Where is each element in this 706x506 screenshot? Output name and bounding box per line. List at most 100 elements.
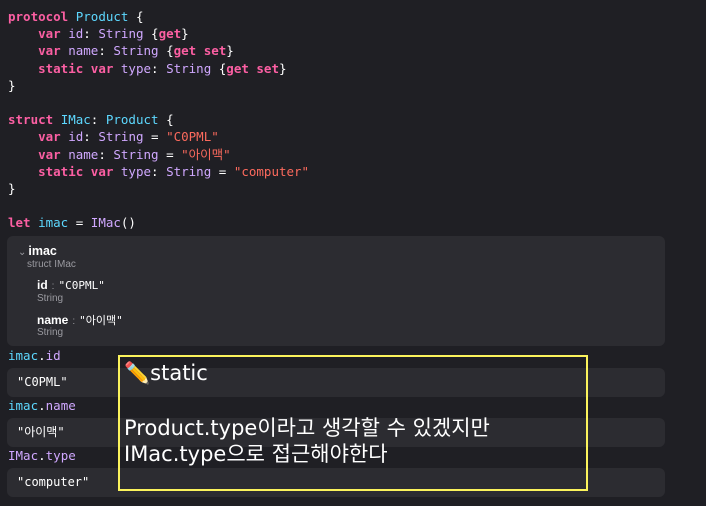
- code-token: =: [211, 163, 234, 179]
- code-token: (): [120, 215, 136, 231]
- inspector-variable-name: imac: [28, 244, 57, 258]
- code-token: static var: [38, 163, 114, 179]
- annotation-heading: ✏️static: [124, 361, 208, 385]
- code-token: protocol: [8, 9, 69, 24]
- code-token: :: [90, 112, 106, 128]
- code-token: var: [38, 146, 61, 162]
- annotation-body: Product.type이라고 생각할 수 있겠지만 IMac.type으로 접…: [124, 415, 490, 467]
- code-token: =: [68, 215, 91, 231]
- code-line: }: [8, 180, 309, 197]
- code-token: String: [98, 26, 144, 42]
- code-token: =: [143, 129, 167, 145]
- code-token: id: [68, 26, 84, 42]
- code-line: protocol Product {: [8, 8, 309, 25]
- code-token: Product: [105, 112, 159, 128]
- code-line: struct IMac: Product {: [8, 111, 309, 128]
- code-token: static var: [38, 60, 114, 76]
- code-token: struct: [8, 112, 54, 128]
- code-token: IMac: [60, 112, 91, 128]
- code-token: }: [278, 60, 287, 76]
- code-token: type: [120, 163, 152, 179]
- code-token: :: [98, 43, 114, 59]
- property-row-name: name: "아이맥": [37, 312, 123, 328]
- code-token: let: [8, 215, 31, 231]
- expression-imac-type: IMac.type: [8, 448, 76, 463]
- code-token: String: [113, 146, 159, 162]
- property-type: String: [37, 293, 64, 304]
- code-token: String: [166, 60, 212, 76]
- code-token: type: [120, 60, 152, 76]
- code-token: var: [38, 43, 61, 59]
- code-token: :: [151, 60, 167, 76]
- chevron-down-icon[interactable]: ⌄: [18, 247, 26, 258]
- code-token: String: [98, 129, 144, 145]
- code-token: }: [181, 26, 189, 42]
- code-editor[interactable]: protocol Product { var id: String {get} …: [8, 8, 309, 231]
- code-token: var: [38, 129, 61, 145]
- code-line: let imac = IMac(): [8, 214, 309, 231]
- expression-imac-name: imac.name: [8, 398, 76, 413]
- code-token: {: [143, 26, 159, 42]
- expression-imac-id: imac.id: [8, 348, 61, 363]
- code-token: String: [113, 43, 159, 59]
- code-line: static var type: String {get set}: [8, 60, 309, 77]
- code-line: }: [8, 77, 309, 94]
- code-token: {: [158, 112, 174, 128]
- code-token: }: [8, 77, 16, 93]
- code-token: }: [8, 180, 16, 196]
- code-token: var: [38, 26, 61, 42]
- inspector-subtitle: struct IMac: [27, 259, 76, 270]
- code-line: var name: String = "아이맥": [8, 146, 309, 163]
- annotation-line: IMac.type으로 접근해야한다: [124, 442, 388, 466]
- annotation-line: Product.type이라고 생각할 수 있겠지만: [124, 416, 490, 440]
- code-line: var id: String {get}: [8, 25, 309, 42]
- separator: :: [51, 281, 55, 292]
- code-token: "computer": [233, 163, 310, 179]
- code-line: var name: String {get set}: [8, 42, 309, 59]
- property-value: "아이맥": [79, 314, 123, 327]
- code-token: {: [158, 43, 174, 59]
- annotation-box: ✏️static Product.type이라고 생각할 수 있겠지만 IMac…: [118, 355, 588, 491]
- separator: :: [72, 316, 76, 327]
- property-name: id: [37, 278, 48, 292]
- code-token: :: [98, 146, 114, 162]
- property-row-id: id: "C0PML": [37, 278, 105, 292]
- property-value: "C0PML": [58, 279, 105, 292]
- code-token: :: [151, 163, 167, 179]
- inspector-title[interactable]: ⌄ imac: [18, 244, 57, 258]
- code-token: get: [158, 26, 182, 42]
- code-token: get set: [226, 60, 279, 76]
- code-token: :: [83, 129, 99, 145]
- code-token: {: [128, 9, 144, 24]
- code-token: imac: [38, 215, 69, 231]
- code-token: Product: [75, 9, 129, 24]
- value-inspector-panel[interactable]: ⌄ imac struct IMac id: "C0PML" String name…: [7, 236, 665, 346]
- code-token: IMac: [90, 215, 121, 231]
- code-token: }: [226, 43, 234, 59]
- code-line: var id: String = "C0PML": [8, 128, 309, 145]
- code-token: "C0PML": [166, 129, 219, 145]
- code-token: id: [68, 129, 84, 145]
- property-name: name: [37, 313, 69, 327]
- code-token: :: [83, 26, 99, 42]
- code-token: name: [68, 146, 99, 162]
- property-type: String: [37, 327, 64, 338]
- code-line: static var type: String = "computer": [8, 163, 309, 180]
- code-token: {: [211, 60, 227, 76]
- code-token: String: [166, 163, 212, 179]
- code-token: name: [68, 43, 99, 59]
- code-token: =: [158, 146, 182, 162]
